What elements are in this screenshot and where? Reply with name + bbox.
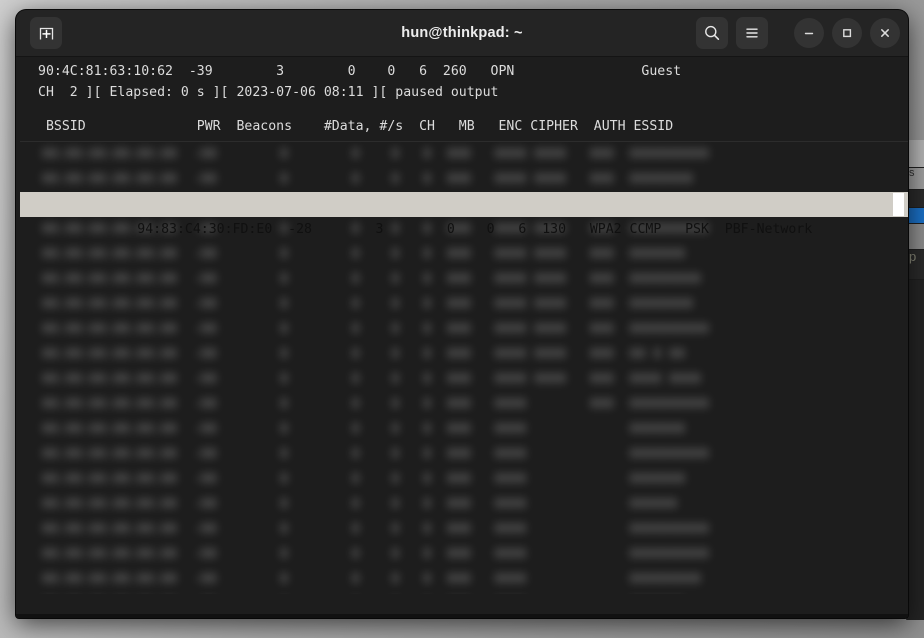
background-window-header	[907, 140, 924, 168]
search-icon	[703, 24, 721, 42]
background-window-row-p[interactable]: p	[907, 250, 924, 280]
background-window-row[interactable]	[907, 224, 924, 250]
new-tab-button[interactable]	[30, 17, 62, 49]
background-window-row-s[interactable]: s	[907, 168, 924, 190]
desktop-background: s p hun@thinkpad: ~	[0, 0, 924, 638]
table-row[interactable]: 00:00:00:00:00:00 -00 0 0 0 0 000 0000 0…	[20, 367, 908, 392]
hamburger-menu-icon	[743, 24, 761, 42]
maximize-icon	[839, 25, 855, 41]
maximize-button[interactable]	[832, 18, 862, 48]
background-window-row[interactable]	[907, 190, 924, 208]
table-row[interactable]: 00:00:00:00:00:00 -00 0 0 0 0 000 0000 0…	[20, 267, 908, 292]
network-results-table[interactable]: 00:00:00:00:00:00 -00 0 0 0 0 000 0000 0…	[20, 141, 908, 594]
selected-network-row[interactable]: 94:83:C4:30:FD:E0 -28 3 0 0 6 130 WPA2 C…	[20, 192, 908, 217]
menu-button[interactable]	[736, 17, 768, 49]
table-row[interactable]: 00:00:00:00:00:00 -00 0 0 0 0 000 0000 0…	[20, 292, 908, 317]
close-icon	[877, 25, 893, 41]
table-row[interactable]: 00:00:00:00:00:00 -00 0 0 0 0 000 0000 0…	[20, 467, 908, 492]
new-tab-icon	[38, 25, 55, 42]
background-window-selected-row[interactable]	[907, 208, 924, 224]
close-button[interactable]	[870, 18, 900, 48]
table-row[interactable]: 00:00:00:00:00:00 -00 0 0 0 0 000 0000 0…	[20, 142, 908, 167]
terminal-window[interactable]: hun@thinkpad: ~	[16, 10, 908, 618]
table-row[interactable]: 00:00:00:00:00:00 -00 0 0 0 0 000 0000 0…	[20, 317, 908, 342]
terminal-output: 90:4C:81:63:10:62 -39 3 0 0 6 260 OPN Gu…	[16, 61, 908, 618]
table-row[interactable]: 00:00:00:00:00:00 -00 0 0 0 0 000 0000 0…	[20, 442, 908, 467]
minimize-button[interactable]	[794, 18, 824, 48]
table-row[interactable]: 00:00:00:00:00:00 -00 0 0 0 0 000 0000 0…	[20, 242, 908, 267]
table-row[interactable]: 00:00:00:00:00:00 -00 0 0 0 0 000 0000 0…	[20, 492, 908, 517]
airodump-status-line: CH 2 ][ Elapsed: 0 s ][ 2023-07-06 08:11…	[20, 82, 908, 103]
minimize-icon	[801, 25, 817, 41]
titlebar[interactable]: hun@thinkpad: ~	[16, 10, 908, 57]
table-row[interactable]: 00:00:00:00:00:00 -00 0 0 0 0 000 0000 0…	[20, 592, 908, 594]
airodump-overflow-row: 90:4C:81:63:10:62 -39 3 0 0 6 260 OPN Gu…	[20, 61, 908, 82]
table-row[interactable]: 00:00:00:00:00:00 -00 0 0 0 0 000 0000 0…	[20, 342, 908, 367]
terminal-body[interactable]: 90:4C:81:63:10:62 -39 3 0 0 6 260 OPN Gu…	[16, 57, 908, 618]
table-row[interactable]: 00:00:00:00:00:00 -00 0 0 0 0 000 0000 0…	[20, 517, 908, 542]
table-row[interactable]: 00:00:00:00:00:00 -00 0 0 0 0 000 0000 0…	[20, 542, 908, 567]
airodump-column-headers: BSSID PWR Beacons #Data, #/s CH MB ENC C…	[20, 116, 908, 137]
search-button[interactable]	[696, 17, 728, 49]
spacer-line	[20, 103, 908, 116]
table-row[interactable]: 00:00:00:00:00:00 -00 0 0 0 0 000 0000 0…	[20, 417, 908, 442]
background-window-body	[907, 280, 924, 620]
terminal-bottom-edge	[16, 614, 908, 618]
background-window[interactable]: s p	[906, 140, 924, 620]
table-row[interactable]: 00:00:00:00:00:00 -00 0 0 0 0 000 0000 0…	[20, 392, 908, 417]
table-row[interactable]: 00:00:00:00:00:00 -00 0 0 0 0 000 0000 0…	[20, 167, 908, 192]
table-row[interactable]: 00:00:00:00:00:00 -00 0 0 0 0 000 0000 0…	[20, 567, 908, 592]
terminal-cursor	[893, 193, 904, 216]
selected-network-text: 94:83:C4:30:FD:E0 -28 3 0 0 6 130 WPA2 C…	[137, 222, 812, 237]
